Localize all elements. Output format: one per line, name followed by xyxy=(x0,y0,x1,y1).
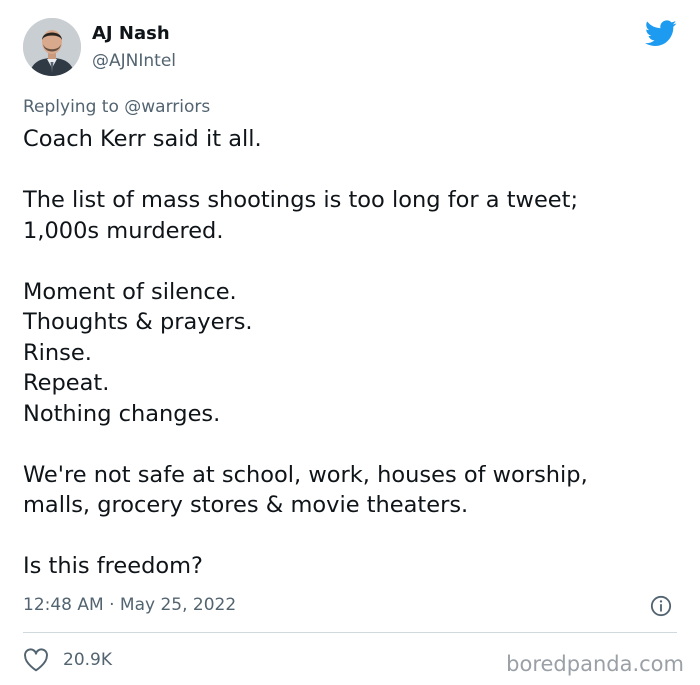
twitter-bird-icon[interactable] xyxy=(645,20,677,47)
tweet-line: Coach Kerr said it all. xyxy=(23,126,262,152)
profile-photo xyxy=(23,18,81,76)
author-name[interactable]: AJ Nash xyxy=(92,23,170,45)
reply-mention-link[interactable]: @warriors xyxy=(124,97,210,117)
tweet-line: Repeat. xyxy=(23,370,110,396)
tweet-line: Moment of silence. xyxy=(23,278,237,305)
tweet-text: Coach Kerr said it all. The list of mass… xyxy=(23,124,683,582)
like-button[interactable]: 20.9K xyxy=(23,648,112,672)
watermark: boredpanda.com xyxy=(506,652,684,676)
reply-prefix: Replying to xyxy=(23,97,119,117)
author-handle[interactable]: @AJNIntel xyxy=(92,50,176,72)
tweet-time: 12:48 AM xyxy=(23,595,104,615)
like-count: 20.9K xyxy=(63,650,112,670)
tweet-line: Rinse. xyxy=(23,339,92,366)
tweet-timestamp[interactable]: 12:48 AM · May 25, 2022 xyxy=(23,594,236,616)
divider xyxy=(23,632,677,633)
reply-context: Replying to @warriors xyxy=(23,96,210,118)
tweet-line: Is this freedom? xyxy=(23,553,203,579)
heart-icon xyxy=(24,648,48,672)
tweet-line: malls, grocery stores & movie theaters. xyxy=(23,492,469,518)
avatar[interactable] xyxy=(23,18,81,76)
tweet-date: May 25, 2022 xyxy=(119,595,237,615)
meta-separator: · xyxy=(109,595,115,615)
tweet-line: We're not safe at school, work, houses o… xyxy=(23,461,588,488)
tweet-line: 1,000s murdered. xyxy=(23,217,224,244)
tweet-line: The list of mass shootings is too long f… xyxy=(23,187,579,213)
tweet-line: Thoughts & prayers. xyxy=(23,309,253,335)
info-icon[interactable] xyxy=(650,595,672,617)
tweet-line: Nothing changes. xyxy=(23,400,221,427)
